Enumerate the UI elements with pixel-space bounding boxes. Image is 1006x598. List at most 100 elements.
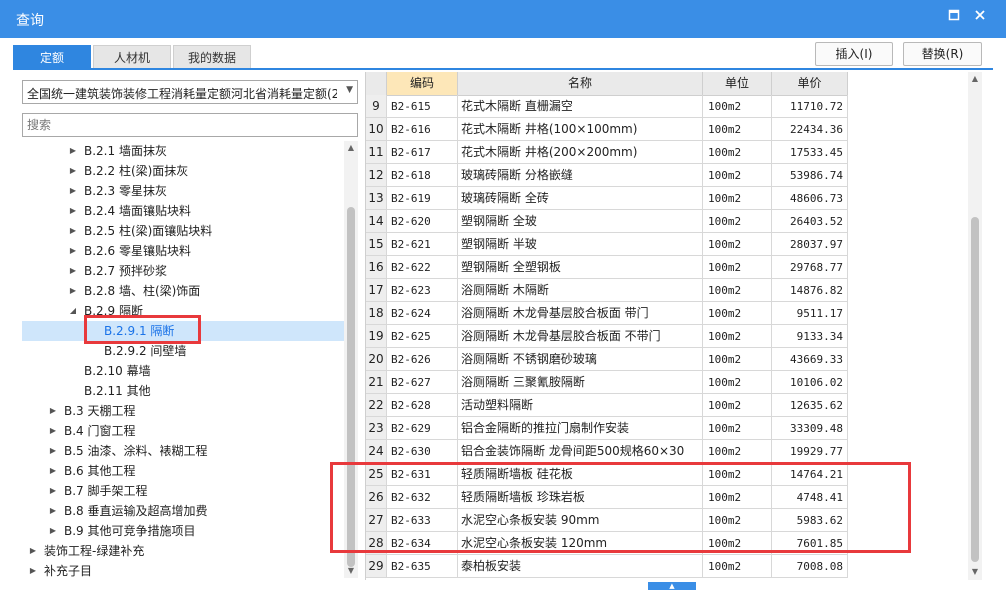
tree-node-label: B.2.7 预拌砂浆 xyxy=(84,264,167,278)
cell-price: 12635.62 xyxy=(772,394,848,417)
grid-scrollbar[interactable]: ▲ ▼ xyxy=(968,72,982,580)
cell-price: 29768.77 xyxy=(772,256,848,279)
table-row[interactable]: 10 B2-616 花式木隔断 井格(100×100mm) 100m2 22434.36 xyxy=(366,118,848,141)
cell-index: 17 xyxy=(366,279,387,302)
tree-node-label: B.7 脚手架工程 xyxy=(64,484,148,498)
tab-labor-material-machine[interactable]: 人材机 xyxy=(93,45,171,69)
collapsed-triangle-icon[interactable]: ▶ xyxy=(68,201,78,221)
scroll-down-icon[interactable]: ▼ xyxy=(344,566,358,575)
table-row[interactable]: 13 B2-619 玻璃砖隔断 全砖 100m2 48606.73 xyxy=(366,187,848,210)
quota-tree: ▶ B.2.1 墙面抹灰 ▶ B.2.2 柱(梁)面抹灰 ▶ B.2.3 零星抹灰 ▶ B.2… xyxy=(22,141,344,581)
tree-node[interactable]: B.2.9.2 间壁墙 xyxy=(22,341,344,361)
collapsed-triangle-icon[interactable]: ▶ xyxy=(48,501,58,521)
tree-node[interactable]: ▶ B.2.5 柱(梁)面镶贴块料 xyxy=(22,221,344,241)
tree-node[interactable]: ▶ B.2.3 零星抹灰 xyxy=(22,181,344,201)
table-row[interactable]: 17 B2-623 浴厕隔断 木隔断 100m2 14876.82 xyxy=(366,279,848,302)
collapsed-triangle-icon[interactable]: ▶ xyxy=(48,521,58,541)
collapsed-triangle-icon[interactable]: ▶ xyxy=(48,461,58,481)
collapsed-triangle-icon[interactable]: ▶ xyxy=(48,481,58,501)
table-row[interactable]: 29 B2-635 泰柏板安装 100m2 7008.08 xyxy=(366,555,848,578)
tab-quota[interactable]: 定额 xyxy=(13,45,91,69)
tree-node[interactable]: ▶ B.2.6 零星镶贴块料 xyxy=(22,241,344,261)
quota-library-select[interactable]: 全国统一建筑装饰装修工程消耗量定额河北省消耗量定额(20 ▼ xyxy=(22,80,358,104)
grid-header: 编码 名称 单位 单价 xyxy=(366,72,848,96)
scroll-up-icon[interactable]: ▲ xyxy=(344,143,358,152)
collapsed-triangle-icon[interactable]: ▶ xyxy=(68,181,78,201)
tree-node[interactable]: ▶ B.2.1 墙面抹灰 xyxy=(22,141,344,161)
table-row[interactable]: 23 B2-629 铝合金隔断的推拉门扇制作安装 100m2 33309.48 xyxy=(366,417,848,440)
cell-code: B2-629 xyxy=(387,417,458,440)
cell-unit: 100m2 xyxy=(703,233,772,256)
table-row[interactable]: 19 B2-625 浴厕隔断 木龙骨基层胶合板面 不带门 100m2 9133.34 xyxy=(366,325,848,348)
tree-node[interactable]: ▶ B.9 其他可竞争措施项目 xyxy=(22,521,344,541)
table-row[interactable]: 22 B2-628 活动塑料隔断 100m2 12635.62 xyxy=(366,394,848,417)
cell-index: 15 xyxy=(366,233,387,256)
collapsed-triangle-icon[interactable]: ▶ xyxy=(68,141,78,161)
cell-name: 铝合金装饰隔断 龙骨间距500规格60×30 xyxy=(458,440,703,463)
cell-index: 9 xyxy=(366,95,387,118)
table-row[interactable]: 11 B2-617 花式木隔断 井格(200×200mm) 100m2 17533.45 xyxy=(366,141,848,164)
collapsed-triangle-icon[interactable]: ▶ xyxy=(68,261,78,281)
table-row[interactable]: 16 B2-622 塑钢隔断 全塑钢板 100m2 29768.77 xyxy=(366,256,848,279)
table-row[interactable]: 9 B2-615 花式木隔断 直栅漏空 100m2 11710.72 xyxy=(366,95,848,118)
restore-icon[interactable] xyxy=(944,8,964,28)
cell-code: B2-621 xyxy=(387,233,458,256)
tree-node[interactable]: B.2.11 其他 xyxy=(22,381,344,401)
collapsed-triangle-icon[interactable]: ▶ xyxy=(28,561,38,581)
collapsed-triangle-icon[interactable]: ▶ xyxy=(68,221,78,241)
cell-price: 22434.36 xyxy=(772,118,848,141)
tree-node[interactable]: ▶ B.5 油漆、涂料、裱糊工程 xyxy=(22,441,344,461)
collapsed-triangle-icon[interactable]: ▶ xyxy=(68,161,78,181)
table-row[interactable]: 12 B2-618 玻璃砖隔断 分格嵌缝 100m2 53986.74 xyxy=(366,164,848,187)
tree-node[interactable]: ▶ B.4 门窗工程 xyxy=(22,421,344,441)
collapsed-triangle-icon[interactable]: ▶ xyxy=(48,421,58,441)
table-row[interactable]: 21 B2-627 浴厕隔断 三聚氰胺隔断 100m2 10106.02 xyxy=(366,371,848,394)
cell-name: 浴厕隔断 三聚氰胺隔断 xyxy=(458,371,703,394)
cell-unit: 100m2 xyxy=(703,141,772,164)
tree-node[interactable]: ▶ B.3 天棚工程 xyxy=(22,401,344,421)
table-row[interactable]: 20 B2-626 浴厕隔断 不锈钢磨砂玻璃 100m2 43669.33 xyxy=(366,348,848,371)
expanded-triangle-icon[interactable]: ◢ xyxy=(68,301,78,321)
cell-name: 花式木隔断 井格(100×100mm) xyxy=(458,118,703,141)
tree-node[interactable]: ▶ B.2.7 预拌砂浆 xyxy=(22,261,344,281)
replace-button[interactable]: 替换(R) xyxy=(903,42,982,66)
table-row[interactable]: 18 B2-624 浴厕隔断 木龙骨基层胶合板面 带门 100m2 9511.17 xyxy=(366,302,848,325)
splitter-handle[interactable]: ▲ xyxy=(648,582,696,590)
collapsed-triangle-icon[interactable]: ▶ xyxy=(48,441,58,461)
tab-my-data[interactable]: 我的数据 xyxy=(173,45,251,69)
tree-node[interactable]: ▶ B.2.2 柱(梁)面抹灰 xyxy=(22,161,344,181)
tree-node[interactable]: ▶ 补充子目 xyxy=(22,561,344,581)
table-row[interactable]: 14 B2-620 塑钢隔断 全玻 100m2 26403.52 xyxy=(366,210,848,233)
cell-index: 19 xyxy=(366,325,387,348)
collapsed-triangle-icon[interactable]: ▶ xyxy=(68,241,78,261)
tree-node[interactable]: ▶ B.7 脚手架工程 xyxy=(22,481,344,501)
scroll-down-icon[interactable]: ▼ xyxy=(968,567,982,576)
tree-node[interactable]: B.2.10 幕墙 xyxy=(22,361,344,381)
collapsed-triangle-icon[interactable]: ▶ xyxy=(28,541,38,561)
table-row[interactable]: 15 B2-621 塑钢隔断 半玻 100m2 28037.97 xyxy=(366,233,848,256)
cell-unit: 100m2 xyxy=(703,118,772,141)
tree-node[interactable]: ▶ B.6 其他工程 xyxy=(22,461,344,481)
tree-node[interactable]: ▶ 装饰工程-绿建补充 xyxy=(22,541,344,561)
collapsed-triangle-icon[interactable]: ▶ xyxy=(68,281,78,301)
collapsed-triangle-icon[interactable]: ▶ xyxy=(48,401,58,421)
cell-unit: 100m2 xyxy=(703,394,772,417)
col-header-unit[interactable]: 单位 xyxy=(703,72,772,95)
tree-node[interactable]: ▶ B.8 垂直运输及超高增加费 xyxy=(22,501,344,521)
scroll-up-icon[interactable]: ▲ xyxy=(968,74,982,83)
table-row[interactable]: 24 B2-630 铝合金装饰隔断 龙骨间距500规格60×30 100m2 19929… xyxy=(366,440,848,463)
cell-name: 浴厕隔断 不锈钢磨砂玻璃 xyxy=(458,348,703,371)
col-header-name[interactable]: 名称 xyxy=(458,72,703,95)
cell-price: 48606.73 xyxy=(772,187,848,210)
chevron-down-icon[interactable]: ▼ xyxy=(346,85,353,95)
search-input[interactable] xyxy=(22,113,358,137)
insert-button[interactable]: 插入(I) xyxy=(815,42,893,66)
grid-scrollbar-thumb[interactable] xyxy=(971,217,979,562)
tree-node[interactable]: ▶ B.2.8 墙、柱(梁)饰面 xyxy=(22,281,344,301)
col-header-price[interactable]: 单价 xyxy=(772,72,848,95)
close-icon[interactable] xyxy=(970,8,990,28)
col-header-code[interactable]: 编码 xyxy=(387,72,458,95)
window-title: 查询 xyxy=(16,13,44,29)
col-header-index xyxy=(366,72,387,95)
tree-node[interactable]: ▶ B.2.4 墙面镶贴块料 xyxy=(22,201,344,221)
